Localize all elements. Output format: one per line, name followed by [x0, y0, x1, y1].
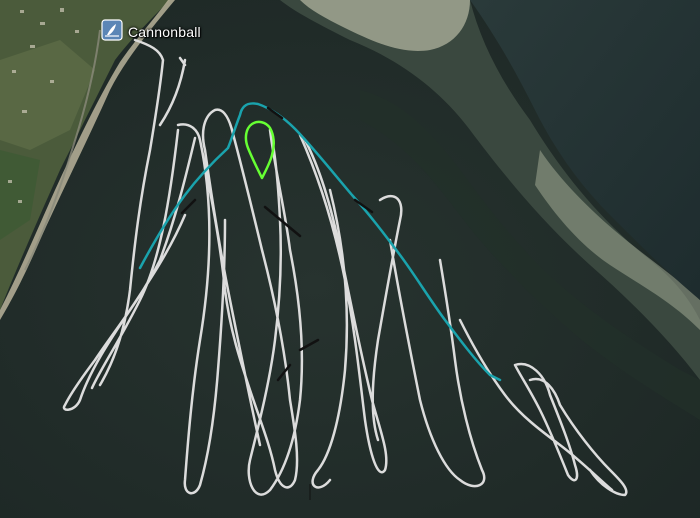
- windsurf-marker-icon[interactable]: [101, 19, 123, 41]
- satellite-map[interactable]: Cannonball: [0, 0, 700, 518]
- place-label[interactable]: Cannonball: [128, 24, 201, 40]
- map-imagery: [0, 0, 700, 518]
